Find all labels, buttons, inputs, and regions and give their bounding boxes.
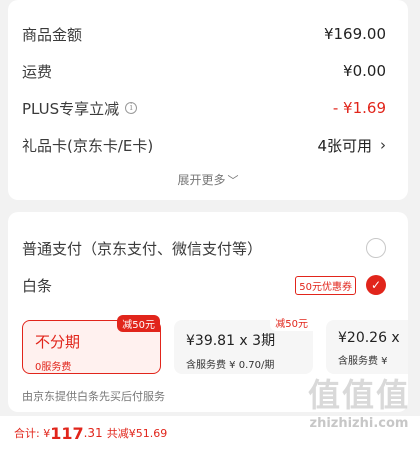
plus-discount-label: PLUS专享立减 bbox=[22, 99, 120, 118]
plan-main-label: ¥20.26 x bbox=[338, 330, 400, 346]
total-saved: 共减¥51.69 bbox=[106, 427, 168, 440]
chevron-down-icon: ﹀ bbox=[227, 174, 239, 187]
normal-payment-label: 普通支付（京东支付、微信支付等） bbox=[22, 239, 263, 258]
gift-card-label: 礼品卡(京东卡/E卡) bbox=[22, 136, 154, 155]
plan-fee-label: 含服务费 ¥ 0.70/期 bbox=[186, 360, 275, 371]
baitiao-option[interactable]: 白条 50元优惠券 ✓ bbox=[22, 273, 386, 297]
shipping-value: ¥0.00 bbox=[343, 62, 386, 80]
goods-amount-label: 商品金额 bbox=[22, 25, 83, 44]
info-icon[interactable]: i bbox=[125, 102, 138, 114]
expand-more-button[interactable]: 展开更多 ﹀ bbox=[8, 171, 408, 188]
goods-amount-row: 商品金额 ¥169.00 bbox=[22, 22, 386, 46]
plan-discount-badge: 减50元 bbox=[270, 314, 313, 331]
plan-main-label: ¥39.81 x 3期 bbox=[186, 333, 276, 349]
normal-payment-option[interactable]: 普通支付（京东支付、微信支付等） bbox=[22, 236, 386, 260]
normal-payment-radio[interactable] bbox=[366, 238, 386, 258]
shipping-label: 运费 bbox=[22, 62, 53, 81]
baitiao-radio-checked[interactable]: ✓ bbox=[366, 275, 386, 295]
total-integer: 117 bbox=[50, 423, 84, 443]
shipping-row: 运费 ¥0.00 bbox=[22, 59, 386, 83]
plan-fee-label: 含服务费 ¥ bbox=[338, 356, 388, 367]
coupon-badge[interactable]: 50元优惠券 bbox=[295, 275, 356, 295]
chevron-right-icon: › bbox=[380, 136, 386, 154]
baitiao-label: 白条 bbox=[22, 276, 53, 295]
installment-plans: 减50元 不分期 0服务费 减50元 ¥39.81 x 3期 含服务费 ¥ 0.… bbox=[22, 314, 408, 378]
plan-discount-badge: 减50元 bbox=[117, 315, 160, 332]
plan-main-label: 不分期 bbox=[35, 333, 81, 351]
total-prefix: 合计: ¥ bbox=[14, 427, 51, 440]
plan-no-installment[interactable]: 减50元 不分期 0服务费 bbox=[22, 315, 161, 374]
watermark-site: zhizhizhi.com bbox=[309, 416, 409, 431]
plus-discount-row: PLUS专享立减 i - ¥1.69 bbox=[22, 96, 386, 120]
plan-6-installments[interactable]: ¥20.26 x 含服务费 ¥ bbox=[326, 320, 408, 374]
check-icon: ✓ bbox=[370, 278, 382, 292]
expand-more-label: 展开更多 bbox=[177, 173, 226, 187]
gift-card-row[interactable]: 礼品卡(京东卡/E卡) 4张可用 › bbox=[22, 133, 386, 157]
plan-fee-label: 0服务费 bbox=[35, 362, 72, 373]
plus-discount-value: - ¥1.69 bbox=[332, 99, 386, 117]
gift-card-value: 4张可用 bbox=[317, 136, 372, 155]
provider-note: 由京东提供白条先买后付服务 bbox=[22, 390, 165, 403]
watermark-glyphs: 值值值 bbox=[307, 376, 410, 414]
order-summary-card: 商品金额 ¥169.00 运费 ¥0.00 PLUS专享立减 i - ¥1.69… bbox=[8, 0, 408, 200]
watermark-logo: 值值值 zhizhizhi.com bbox=[308, 370, 410, 431]
plan-3-installments[interactable]: 减50元 ¥39.81 x 3期 含服务费 ¥ 0.70/期 bbox=[174, 314, 313, 374]
total-decimal: .31 bbox=[83, 426, 103, 440]
goods-amount-value: ¥169.00 bbox=[323, 25, 386, 43]
